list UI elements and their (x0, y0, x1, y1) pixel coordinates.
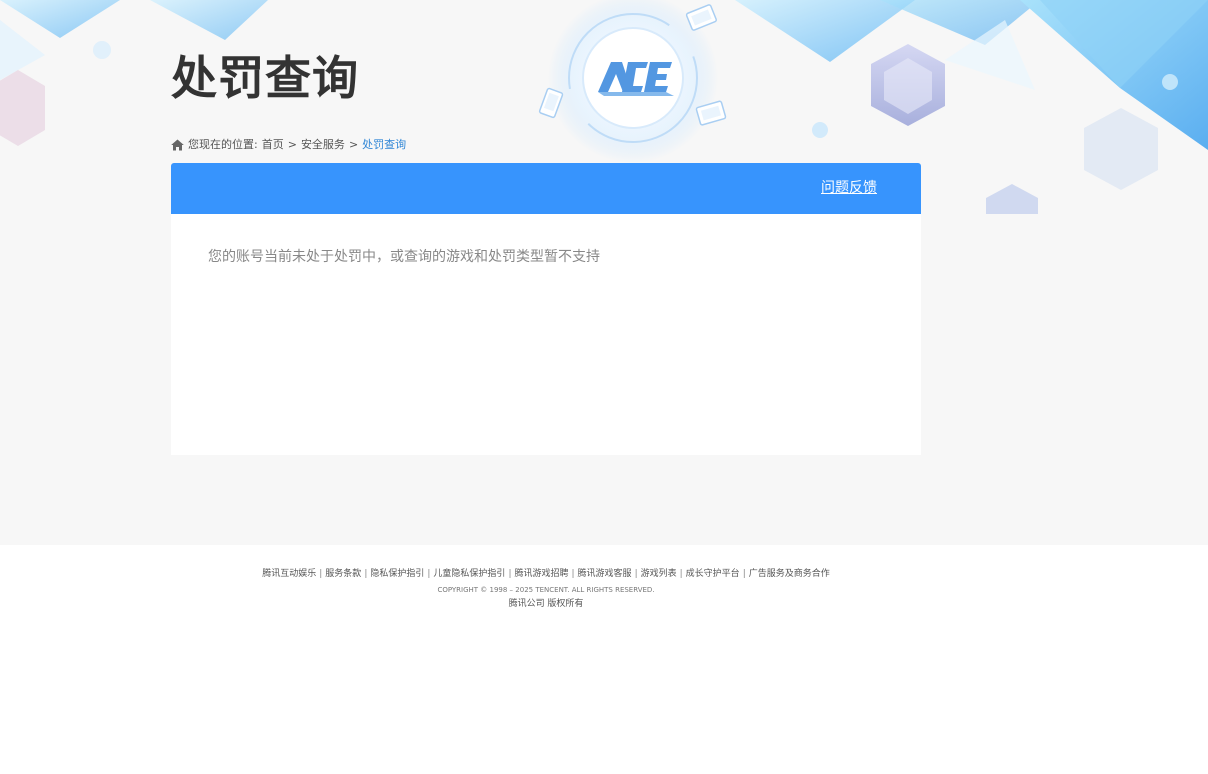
breadcrumb-security-link[interactable]: 安全服务 (301, 137, 345, 153)
footer-separator: | (634, 569, 638, 579)
footer: 腾讯互动娱乐 | 服务条款 | 隐私保护指引 | 儿童隐私保护指引 | 腾讯游戏招聘 | 腾讯游戏客… (0, 545, 1208, 774)
footer-separator: | (571, 569, 575, 579)
footer-link-privacy[interactable]: 隐私保护指引 (370, 569, 424, 579)
footer-separator: | (679, 569, 683, 579)
home-icon (171, 139, 184, 151)
footer-link-game-list[interactable]: 游戏列表 (641, 569, 677, 579)
footer-link-careers[interactable]: 腾讯游戏招聘 (514, 569, 568, 579)
footer-separator: | (364, 569, 368, 579)
footer-link-tencent-games[interactable]: 腾讯互动娱乐 (262, 569, 316, 579)
copyright-text: COPYRIGHT © 1998 – 2025 TENCENT. ALL RIG… (437, 586, 655, 594)
page-title: 处罚查询 (171, 51, 359, 105)
footer-separator: | (427, 569, 431, 579)
footer-link-advertising[interactable]: 广告服务及商务合作 (749, 569, 830, 579)
panel-header: 问题反馈 (171, 163, 921, 214)
feedback-link[interactable]: 问题反馈 (821, 179, 877, 197)
breadcrumb-current: 处罚查询 (362, 138, 407, 151)
footer-link-child-privacy[interactable]: 儿童隐私保护指引 (433, 569, 505, 579)
breadcrumb: 您现在的位置: 首页 > 安全服务 > 处罚查询 (171, 137, 406, 153)
footer-separator: | (508, 569, 512, 579)
footer-link-growth-guard[interactable]: 成长守护平台 (686, 569, 740, 579)
result-panel: 您的账号当前未处于处罚中，或查询的游戏和处罚类型暂不支持 (171, 214, 921, 455)
breadcrumb-separator: > (348, 138, 359, 151)
footer-separator: | (319, 569, 323, 579)
footer-separator: | (742, 569, 746, 579)
rights-text: 腾讯公司 版权所有 (508, 599, 584, 609)
breadcrumb-prefix: 您现在的位置: (188, 138, 258, 151)
footer-link-support[interactable]: 腾讯游戏客服 (578, 569, 632, 579)
breadcrumb-separator: > (287, 138, 297, 151)
footer-link-terms[interactable]: 服务条款 (325, 569, 361, 579)
status-message: 您的账号当前未处于处罚中，或查询的游戏和处罚类型暂不支持 (208, 249, 600, 265)
ace-logo (598, 62, 674, 96)
header-area: 处罚查询 您现在的位置: 首页 > 安全服务 > 处罚查询 问题反馈 您的账号当… (0, 0, 1208, 545)
breadcrumb-home-link[interactable]: 首页 (262, 137, 284, 153)
footer-links: 腾讯互动娱乐 | 服务条款 | 隐私保护指引 | 儿童隐私保护指引 | 腾讯游戏招聘 | 腾讯游戏客… (0, 567, 1092, 581)
